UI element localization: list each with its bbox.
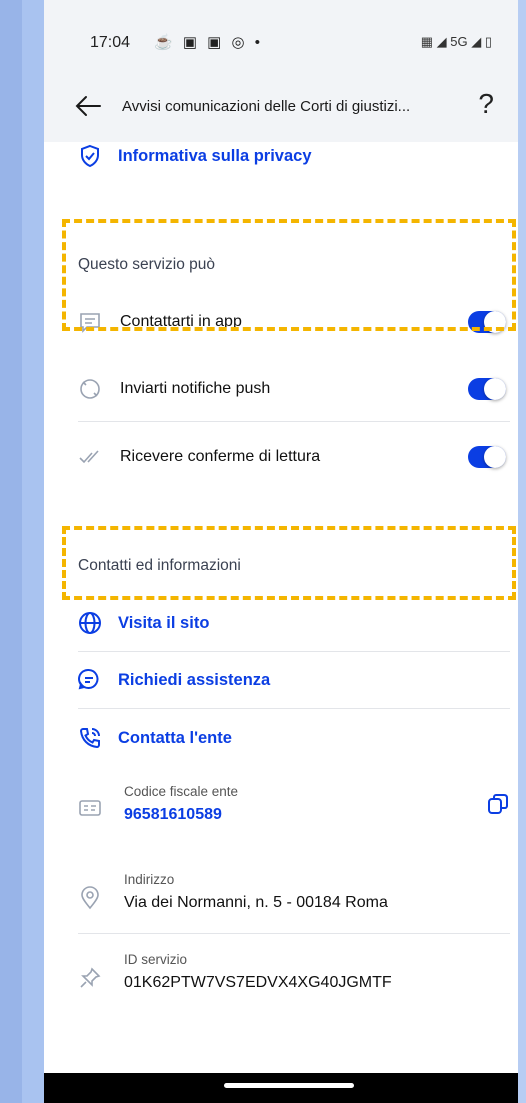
contact-entity-link[interactable]: Contatta l'ente bbox=[78, 718, 232, 758]
pin-icon bbox=[80, 967, 101, 988]
toggle-row-push[interactable]: Inviarti notifiche push bbox=[78, 369, 510, 409]
push-toggle[interactable] bbox=[468, 378, 506, 400]
id-card-icon bbox=[79, 800, 101, 816]
home-indicator[interactable] bbox=[224, 1083, 354, 1088]
request-support-label: Richiedi assistenza bbox=[118, 670, 271, 689]
divider bbox=[78, 933, 510, 934]
shield-check-icon bbox=[81, 144, 99, 168]
divider bbox=[78, 421, 510, 422]
service-id-label: ID servizio bbox=[124, 952, 188, 967]
divider bbox=[78, 708, 510, 709]
privacy-label: Informativa sulla privacy bbox=[118, 146, 312, 165]
fiscal-code-row: Codice fiscale ente 96581610589 bbox=[78, 784, 510, 838]
contact-entity-label: Contatta l'ente bbox=[118, 728, 232, 747]
fiscal-code-value[interactable]: 96581610589 bbox=[124, 806, 222, 824]
highlight-box-contacts bbox=[62, 526, 516, 600]
read-receipts-toggle[interactable] bbox=[468, 446, 506, 468]
status-time: 17:04 bbox=[90, 34, 131, 51]
location-pin-icon bbox=[81, 886, 99, 910]
copy-icon[interactable] bbox=[486, 792, 510, 816]
address-value: Via dei Normanni, n. 5 - 00184 Roma bbox=[124, 894, 388, 911]
address-label: Indirizzo bbox=[124, 872, 175, 887]
push-notification-icon bbox=[80, 379, 100, 399]
visit-site-link[interactable]: Visita il sito bbox=[78, 603, 209, 643]
request-support-link[interactable]: Richiedi assistenza bbox=[78, 660, 270, 700]
toggle-row-read-receipts[interactable]: Ricevere conferme di lettura bbox=[78, 437, 510, 477]
page-title: Avvisi comunicazioni delle Corti di gius… bbox=[122, 98, 411, 115]
chat-support-icon bbox=[78, 668, 99, 690]
address-row: Indirizzo Via dei Normanni, n. 5 - 00184… bbox=[78, 872, 510, 926]
divider bbox=[78, 651, 510, 652]
notification-icons: ☕ ▣ ▣ ◎ • bbox=[154, 34, 264, 51]
fiscal-code-label: Codice fiscale ente bbox=[124, 784, 239, 799]
visit-site-label: Visita il sito bbox=[118, 613, 210, 632]
service-id-row: ID servizio 01K62PTW7VS7EDVX4XG40JGMTF bbox=[78, 952, 510, 1006]
navigation-bar bbox=[44, 1073, 518, 1103]
toggle-label-read-receipts: Ricevere conferme di lettura bbox=[120, 448, 321, 465]
background-stripe bbox=[0, 0, 22, 1103]
help-icon[interactable]: ? bbox=[478, 88, 494, 120]
phone-call-icon bbox=[79, 728, 100, 749]
privacy-link[interactable]: Informativa sulla privacy bbox=[78, 136, 312, 176]
back-arrow-icon[interactable] bbox=[74, 92, 102, 120]
app-bar: Avvisi comunicazioni delle Corti di gius… bbox=[44, 74, 518, 142]
double-check-icon bbox=[79, 450, 99, 464]
signal-battery-icons: ▦ ◢ 5G ◢ ▯ bbox=[420, 34, 492, 49]
highlight-box-service bbox=[62, 219, 516, 331]
service-id-value: 01K62PTW7VS7EDVX4XG40JGMTF bbox=[124, 974, 392, 991]
toggle-label-push: Inviarti notifiche push bbox=[120, 380, 271, 397]
status-bar: 17:04 ☕ ▣ ▣ ◎ • ▦ ◢ 5G ◢ ▯ bbox=[44, 0, 518, 74]
phone-screen: 17:04 ☕ ▣ ▣ ◎ • ▦ ◢ 5G ◢ ▯ Avvisi comuni… bbox=[44, 0, 518, 1103]
globe-icon bbox=[79, 612, 101, 634]
